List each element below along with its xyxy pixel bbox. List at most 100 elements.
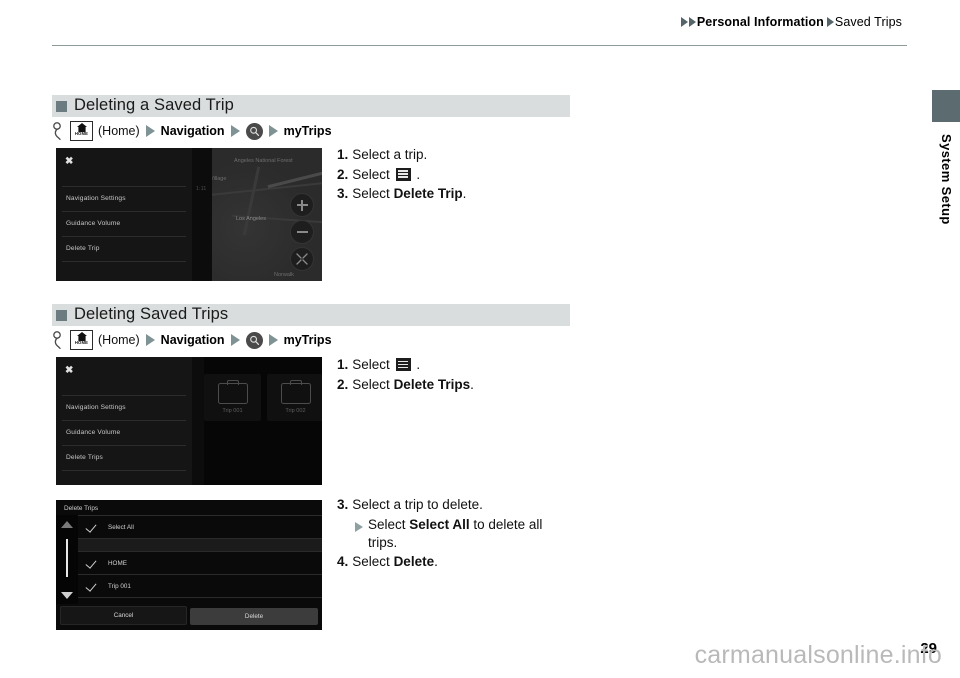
step-text-after: . [434,553,438,569]
screenshot-delete-trips-dialog: Delete Trips Select All HOME Trip 001 Tr… [56,500,322,630]
step-number: 4. [337,553,349,569]
menu-item-navigation-settings[interactable]: Navigation Settings [66,195,126,202]
map-label: Angeles National Forest [234,158,293,164]
step-number: 2. [337,376,349,392]
menu-divider [62,211,186,212]
menu-item-delete-trips[interactable]: Delete Trips [66,454,103,461]
step-text: Select . [352,166,567,185]
step-item: 1. Select . [337,356,567,375]
menu-item-guidance-volume[interactable]: Guidance Volume [66,220,120,227]
step-number: 1. [337,147,349,162]
menu-divider [62,420,186,421]
step-text-before: Select [352,553,390,569]
zoom-out-button[interactable] [290,220,314,244]
scroll-down-button[interactable] [61,592,73,599]
step-text-after: . [416,357,421,372]
menu-divider [62,470,186,471]
section-title: Deleting a Saved Trip [74,95,234,114]
cancel-button[interactable]: Cancel [60,606,187,625]
menu-divider [62,186,186,187]
zoom-in-button[interactable] [290,193,314,217]
step-text-before: Select [352,186,390,201]
close-icon[interactable]: ✖ [65,366,73,376]
nav-path-home-text: (Home) [98,333,140,347]
hamburger-menu-icon [395,358,411,371]
map-panel: Angeles National Forest Village Los Ange… [207,148,322,281]
trip-card-002[interactable]: Trip 002 [267,374,322,421]
list-edge [192,357,204,485]
nav-path-triangle-icon [145,334,155,346]
scrollbar-thumb[interactable] [66,539,68,577]
expand-map-button[interactable] [290,247,314,271]
delete-button[interactable]: Delete [190,608,318,625]
nav-path-section-2: HOME (Home) Navigation myTrips [52,330,332,350]
dialog-row-label: Trip 001 [108,582,131,590]
magnifier-glyph-icon [249,126,259,136]
breadcrumb: Personal Information Saved Trips [680,15,902,29]
scroll-up-button[interactable] [61,521,73,528]
checkmark-icon [86,581,97,592]
step-text: Select a trip. [352,147,428,162]
step-number: 1. [337,357,349,372]
home-button-label: HOME [74,340,89,345]
dialog-row-home[interactable]: HOME [78,552,322,574]
search-icon [245,122,263,140]
menu-divider [62,445,186,446]
trip-time-label: 1:11 [196,186,207,192]
step-item: 2. Select Delete Trips. [337,376,567,395]
map-label: Los Angeles [236,216,266,222]
map-canvas: Angeles National Forest Village Los Ange… [207,148,322,281]
home-button-icon: HOME [70,121,93,141]
step-text-before: Select [352,166,390,182]
dialog-row-label: Select All [108,523,134,531]
menu-item-navigation-settings[interactable]: Navigation Settings [66,404,126,411]
list-backdrop: 1:11 [192,148,212,281]
menu-item-delete-trip[interactable]: Delete Trip [66,245,100,252]
dialog-row-trip-001[interactable]: Trip 001 [78,575,322,597]
manual-page: Personal Information Saved Trips System … [0,0,960,678]
step-text: Select Delete. [352,553,572,572]
step-text: Select . [352,356,567,375]
nav-path-triangle-icon [230,334,240,346]
step-number: 3. [337,497,349,512]
step-item: 3. Select Delete Trip. [337,185,567,204]
scroll-controls [56,515,78,604]
trip-card-label: Trip 001 [222,408,243,414]
steps-section-2a: 1. Select . 2. Select Delete Trips. [337,356,567,395]
step-text-before: Select [352,357,390,372]
step-number: 2. [337,166,349,182]
sub-step-text: Select Select All to delete all trips. [368,516,572,553]
nav-path-item-mytrips: myTrips [283,333,332,347]
step-text: Select Delete Trip. [352,185,567,204]
home-button-label: HOME [74,131,89,136]
section-title: Deleting Saved Trips [74,304,229,323]
step-text-after: . [462,186,467,201]
nav-path-triangle-icon [268,334,278,346]
dialog-row-label: HOME [108,559,127,567]
home-button-icon: HOME [70,330,93,350]
options-menu-panel: ✖ Navigation Settings Guidance Volume De… [56,148,192,281]
nav-path-item-navigation: Navigation [160,124,225,138]
section-header-deleting-saved-trips: Deleting Saved Trips [52,304,570,326]
menu-item-guidance-volume[interactable]: Guidance Volume [66,429,120,436]
nav-path-item-mytrips: myTrips [283,124,332,138]
hand-pointer-icon [53,331,61,349]
trip-card-001[interactable]: Trip 001 [204,374,261,421]
dialog-row-select-all[interactable]: Select All [78,516,322,538]
dialog-title: Delete Trips [64,505,99,512]
magnifier-glyph-icon [249,335,259,345]
map-label: Norwalk [274,272,294,278]
step-item: 1. Select a trip. [337,146,567,165]
briefcase-icon [280,383,311,404]
steps-section-1: 1. Select a trip. 2. Select . 3. Select … [337,146,567,205]
trip-card-label: Trip 002 [285,408,306,414]
step-text-bold: Delete Trips [393,376,471,392]
breadcrumb-item-personal-information: Personal Information [696,15,824,29]
close-icon[interactable]: ✖ [65,157,73,167]
step-text: Select Delete Trips. [352,376,567,395]
step-item: 2. Select . [337,166,567,185]
plus-icon [301,199,303,211]
checkmark-icon [86,522,97,533]
hand-pointer-icon [53,122,61,140]
nav-path-triangle-icon [145,125,155,137]
